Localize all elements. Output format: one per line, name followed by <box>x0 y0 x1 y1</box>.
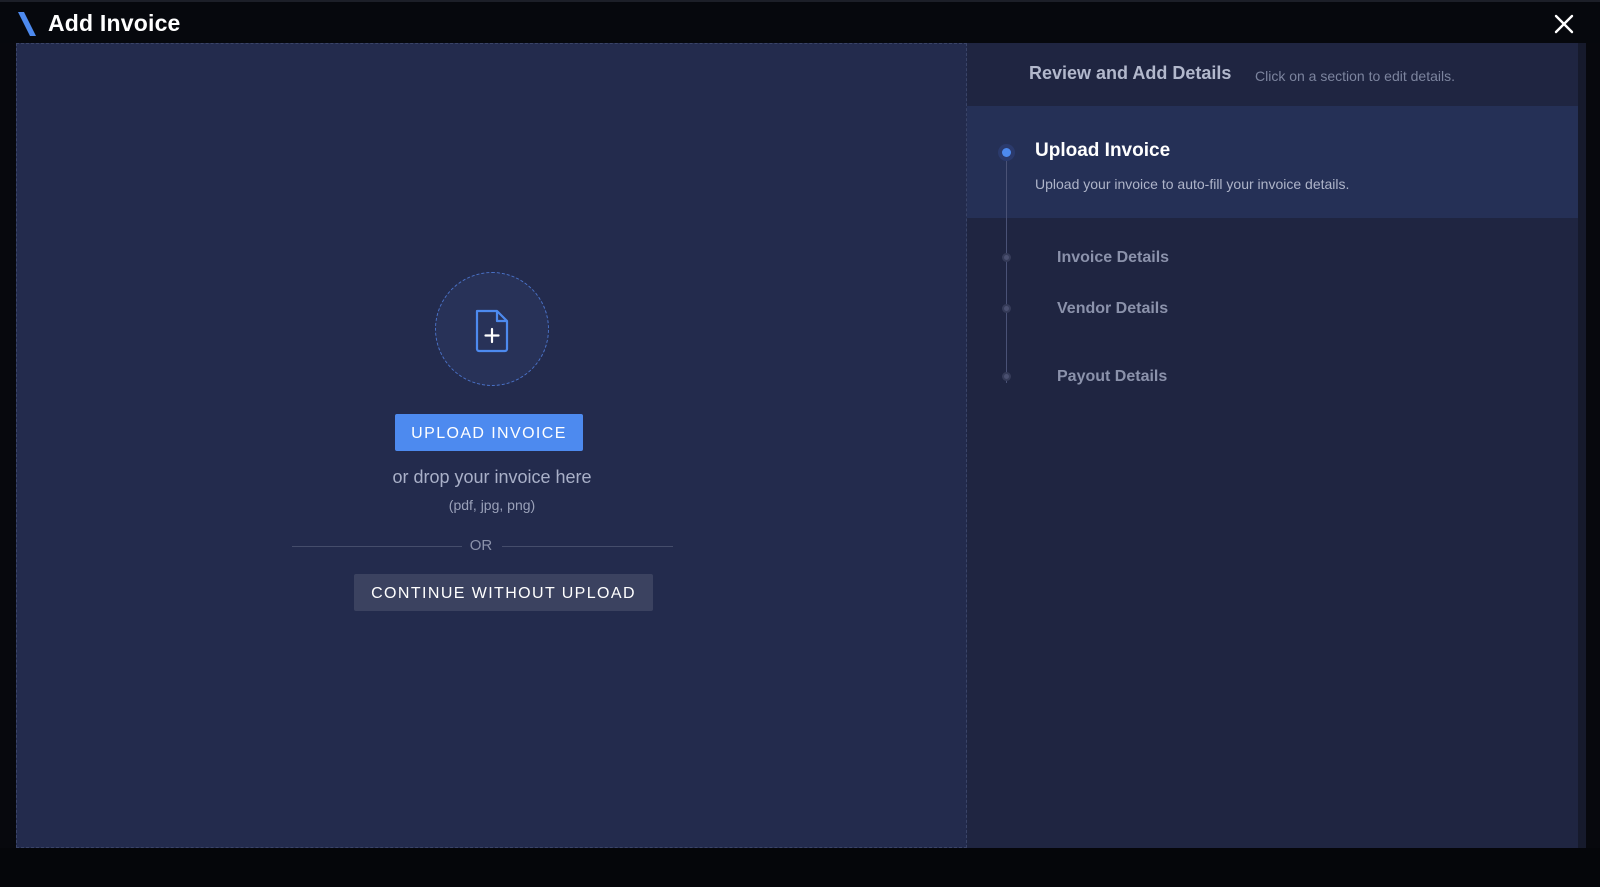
divider-right <box>502 546 673 547</box>
review-panel: Review and Add Details Click on a sectio… <box>967 43 1578 848</box>
step-dot <box>1002 253 1011 262</box>
or-label: OR <box>469 537 493 554</box>
step-upload-invoice-title[interactable]: Upload Invoice <box>1035 140 1170 162</box>
upload-icon-circle[interactable] <box>435 272 549 386</box>
step-dot <box>1002 372 1011 381</box>
step-vendor-details[interactable]: Vendor Details <box>1057 300 1168 318</box>
continue-without-upload-button[interactable]: CONTINUE WITHOUT UPLOAD <box>354 574 653 611</box>
divider-left <box>292 546 462 547</box>
step-invoice-details[interactable]: Invoice Details <box>1057 249 1169 267</box>
file-plus-icon <box>475 309 509 353</box>
invoice-drop-zone[interactable]: UPLOAD INVOICE or drop your invoice here… <box>16 43 967 848</box>
step-active-dot <box>998 144 1015 161</box>
review-title: Review and Add Details <box>1029 63 1232 83</box>
background-page <box>0 848 1600 887</box>
scrollbar-track[interactable] <box>1578 43 1586 848</box>
timeline-line <box>1006 153 1007 383</box>
close-icon[interactable] <box>1552 12 1576 36</box>
modal-title: Add Invoice <box>48 10 181 36</box>
step-upload-invoice-description: Upload your invoice to auto-fill your in… <box>1035 176 1350 192</box>
app-logo-icon <box>18 12 36 36</box>
drop-hint-text: or drop your invoice here <box>392 467 592 487</box>
file-types-text: (pdf, jpg, png) <box>448 497 536 513</box>
step-payout-details[interactable]: Payout Details <box>1057 368 1167 386</box>
step-dot <box>1002 304 1011 313</box>
review-subtitle: Click on a section to edit details. <box>1255 68 1455 84</box>
modal-header: Add Invoice <box>0 0 1600 43</box>
step-upload-invoice[interactable] <box>967 106 1578 218</box>
upload-invoice-button[interactable]: UPLOAD INVOICE <box>395 414 583 451</box>
